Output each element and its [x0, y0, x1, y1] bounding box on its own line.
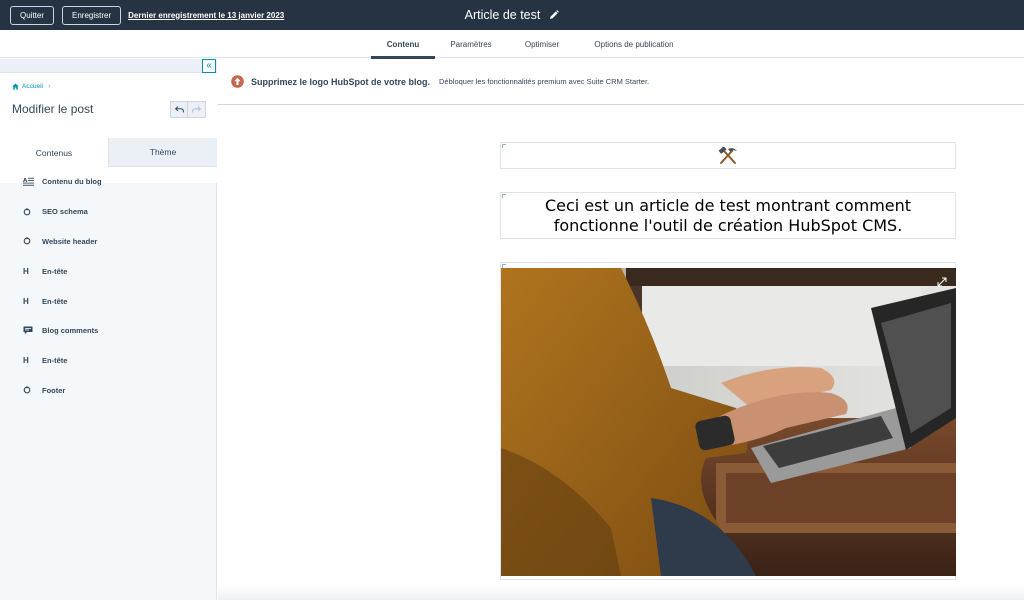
- post-title-module[interactable]: Ceci est un article de test montrant com…: [500, 192, 956, 239]
- breadcrumb: Accueil ›: [12, 83, 50, 90]
- module-corner-handle: [502, 194, 506, 198]
- banner-link[interactable]: Débloquer les fonctionnalités premium av…: [439, 77, 649, 86]
- module-label: SEO schema: [42, 207, 88, 217]
- module-label: En-tête: [42, 356, 68, 366]
- tab-parametres[interactable]: Paramètres: [445, 30, 497, 58]
- undo-button[interactable]: [170, 101, 188, 118]
- featured-image-module[interactable]: [500, 262, 956, 580]
- preview-bottom-fade: [218, 586, 1024, 600]
- heading-icon: H: [23, 296, 29, 306]
- top-bar: Quitter Enregistrer Dernier enregistreme…: [0, 0, 1024, 30]
- module-item[interactable]: Website header: [0, 227, 216, 257]
- undo-icon: [174, 106, 184, 113]
- module-label: En-tête: [42, 296, 68, 306]
- last-saved-link[interactable]: Dernier enregistrement le 13 janvier 202…: [128, 11, 284, 20]
- module-icon: [23, 385, 37, 395]
- module-label: Footer: [42, 385, 66, 395]
- comments-icon: [23, 326, 37, 336]
- module-item[interactable]: Blog comments: [0, 316, 216, 346]
- sidebar-tab-theme[interactable]: Thème: [108, 138, 217, 167]
- tab-contenu[interactable]: Contenu: [371, 30, 435, 59]
- laptop-typing-photo: [501, 268, 956, 576]
- pencil-icon[interactable]: [549, 10, 560, 20]
- save-button[interactable]: Enregistrer: [62, 5, 122, 25]
- module-item[interactable]: SEO schema: [0, 197, 216, 227]
- module-item[interactable]: H En-tête: [0, 256, 216, 286]
- module-corner-handle: [502, 144, 506, 148]
- module-item[interactable]: H En-tête: [0, 286, 216, 316]
- heading-icon: H: [23, 356, 29, 366]
- logo-module[interactable]: [500, 142, 956, 169]
- module-item[interactable]: A Contenu du blog: [0, 167, 216, 197]
- upgrade-banner: Supprimez le logo HubSpot de votre blog.…: [218, 59, 1024, 105]
- module-list: A Contenu du blog SEO schema Website hea…: [0, 167, 216, 405]
- module-label: Blog comments: [42, 326, 99, 336]
- quit-button[interactable]: Quitter: [10, 5, 55, 25]
- home-icon: [12, 83, 19, 90]
- double-chevron-left-icon[interactable]: «: [202, 59, 216, 73]
- breadcrumb-separator: ›: [47, 83, 51, 90]
- post-title: Ceci est un article de test montrant com…: [544, 195, 912, 235]
- page-preview: Ceci est un article de test montrant com…: [218, 106, 1024, 600]
- redo-button[interactable]: [188, 101, 206, 118]
- module-item[interactable]: Footer: [0, 376, 216, 406]
- heading-icon: H: [23, 266, 29, 276]
- tab-optimiser[interactable]: Optimiser: [517, 30, 567, 58]
- editor-tabs: Contenu Paramètres Optimiser Options de …: [0, 30, 1024, 59]
- module-label: En-tête: [42, 266, 68, 276]
- hammer-pick-icon: [718, 146, 737, 164]
- banner-headline: Supprimez le logo HubSpot de votre blog.: [251, 76, 431, 87]
- module-icon: [23, 236, 37, 246]
- redo-icon: [192, 106, 201, 113]
- sidebar-tab-contenus[interactable]: Contenus: [0, 138, 108, 167]
- post-title-label[interactable]: Article de test: [465, 8, 541, 22]
- module-icon: [23, 207, 37, 217]
- expand-icon[interactable]: [937, 277, 947, 287]
- undo-redo-group: [170, 101, 206, 118]
- tab-options-publication[interactable]: Options de publication: [585, 30, 683, 58]
- upgrade-arrow-icon: [231, 75, 244, 88]
- editor-sidebar: « Accueil › Modifier le post Contenus Th…: [0, 59, 217, 600]
- module-item[interactable]: H En-tête: [0, 346, 216, 376]
- module-label: Contenu du blog: [42, 177, 102, 187]
- sidebar-collapse-strip: «: [0, 59, 217, 73]
- rich-text-icon: A: [23, 177, 37, 187]
- sidebar-tabs: Contenus Thème: [0, 138, 217, 167]
- sidebar-title: Modifier le post: [12, 102, 94, 116]
- breadcrumb-home-link[interactable]: Accueil: [22, 83, 43, 90]
- module-label: Website header: [42, 236, 98, 246]
